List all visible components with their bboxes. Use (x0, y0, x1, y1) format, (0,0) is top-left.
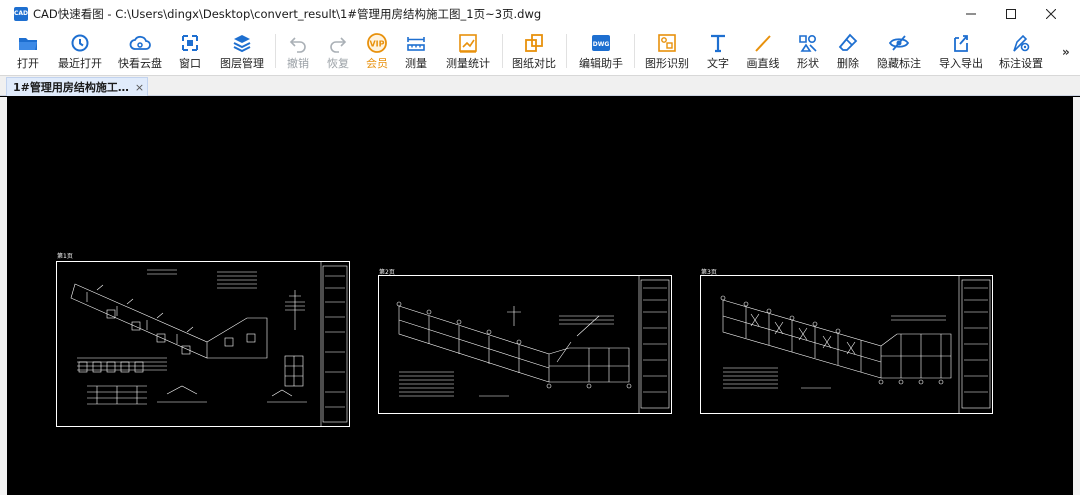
toolbar-divider (566, 34, 567, 68)
document-tab-label: 1#管理用房结构施工… (13, 81, 129, 94)
sheet-2-drawing (396, 276, 670, 413)
sheet-2[interactable] (378, 275, 672, 414)
sheet-3[interactable] (700, 275, 993, 414)
layer-manage-button[interactable]: 图层管理 (214, 30, 270, 72)
shape-recognize-label: 图形识别 (645, 57, 689, 70)
draw-line-button[interactable]: 画直线 (742, 30, 784, 72)
main-toolbar: 打开 最近打开 快看云盘 窗口 图层管理 撤销 恢复 VIP 会员 测量 测量统… (0, 28, 1080, 75)
text-button[interactable]: 文字 (700, 30, 736, 72)
text-label: 文字 (707, 57, 729, 70)
close-icon (1046, 9, 1056, 19)
delete-button[interactable]: 删除 (830, 30, 866, 72)
measure-stats-label: 测量统计 (446, 57, 490, 70)
svg-text:DWG: DWG (593, 41, 610, 48)
maximize-icon (1006, 9, 1016, 19)
shape-recognize-button[interactable]: 图形识别 (640, 30, 694, 72)
window-label: 窗口 (179, 57, 201, 70)
cloud-disk-button[interactable]: 快看云盘 (112, 30, 168, 72)
canvas-left-border (0, 97, 7, 495)
sheet-1[interactable] (56, 261, 350, 427)
line-icon (755, 35, 771, 52)
redo-button[interactable]: 恢复 (320, 30, 356, 72)
folder-open-icon (19, 38, 37, 50)
undo-label: 撤销 (287, 57, 309, 70)
annotation-settings-button[interactable]: 标注设置 (994, 30, 1048, 72)
toolbar-overflow-button[interactable]: » (1062, 45, 1070, 59)
open-label: 打开 (17, 57, 39, 70)
document-tab-bar: 1#管理用房结构施工… × (0, 75, 1080, 96)
edit-assistant-label: 编辑助手 (579, 57, 623, 70)
eraser-icon (838, 33, 858, 51)
compare-icon (525, 34, 543, 52)
vip-button[interactable]: VIP 会员 (359, 30, 395, 72)
measure-label: 测量 (405, 57, 427, 70)
edit-assistant-icon: DWG (592, 35, 610, 51)
drawing-compare-label: 图纸对比 (512, 57, 556, 70)
measure-stats-button[interactable]: 测量统计 (440, 30, 496, 72)
sheet-1-drawing (70, 262, 348, 426)
vip-label: 会员 (366, 57, 388, 70)
redo-label: 恢复 (327, 57, 349, 70)
cloud-icon (129, 35, 151, 50)
toolbar-divider (502, 34, 503, 68)
delete-label: 删除 (837, 57, 859, 70)
window-button[interactable]: 窗口 (172, 30, 208, 72)
title-bar: CAD CAD快速看图 - C:\Users\dingx\Desktop\con… (0, 0, 1080, 28)
toolbar-divider (275, 34, 276, 68)
import-export-button[interactable]: 导入导出 (934, 30, 988, 72)
app-logo-icon: CAD (14, 7, 28, 21)
undo-button[interactable]: 撤销 (280, 30, 316, 72)
drawing-canvas[interactable]: 第1页 第2页 第3页 (7, 97, 1073, 495)
hide-annotation-button[interactable]: 隐藏标注 (872, 30, 926, 72)
recent-open-label: 最近打开 (58, 57, 102, 70)
text-icon (711, 34, 725, 53)
layer-manage-label: 图层管理 (220, 57, 264, 70)
layers-icon (233, 35, 251, 53)
history-icon (71, 34, 89, 52)
shape-button[interactable]: 形状 (790, 30, 826, 72)
import-export-icon (954, 35, 968, 52)
hide-annotation-label: 隐藏标注 (877, 57, 921, 70)
cloud-disk-label: 快看云盘 (118, 57, 162, 70)
recent-open-button[interactable]: 最近打开 (52, 30, 108, 72)
shape-icon (799, 34, 817, 52)
sheet-3-drawing (720, 276, 991, 413)
sheet-1-label: 第1页 (57, 253, 73, 260)
shape-recognize-icon (658, 34, 676, 52)
minimize-icon (966, 13, 976, 15)
close-window-button[interactable] (1028, 0, 1074, 28)
shape-label: 形状 (797, 57, 819, 70)
window-icon (182, 35, 198, 51)
canvas-right-border (1073, 97, 1080, 495)
import-export-label: 导入导出 (939, 57, 983, 70)
undo-icon (289, 37, 306, 53)
vip-icon: VIP (367, 33, 387, 53)
drawing-compare-button[interactable]: 图纸对比 (508, 30, 560, 72)
measure-stats-icon (459, 34, 477, 53)
window-title: CAD快速看图 - C:\Users\dingx\Desktop\convert… (33, 7, 542, 21)
redo-icon (330, 37, 347, 53)
close-tab-icon[interactable]: × (135, 81, 144, 94)
annotation-settings-icon (1013, 34, 1030, 52)
hide-eye-icon (888, 35, 910, 51)
open-button[interactable]: 打开 (8, 30, 48, 72)
toolbar-divider (634, 34, 635, 68)
document-tab[interactable]: 1#管理用房结构施工… × (6, 77, 148, 96)
measure-button[interactable]: 测量 (398, 30, 434, 72)
ruler-icon (407, 37, 425, 51)
annotation-settings-label: 标注设置 (999, 57, 1043, 70)
edit-assistant-button[interactable]: DWG 编辑助手 (574, 30, 628, 72)
draw-line-label: 画直线 (746, 57, 780, 70)
svg-text:VIP: VIP (369, 40, 384, 49)
